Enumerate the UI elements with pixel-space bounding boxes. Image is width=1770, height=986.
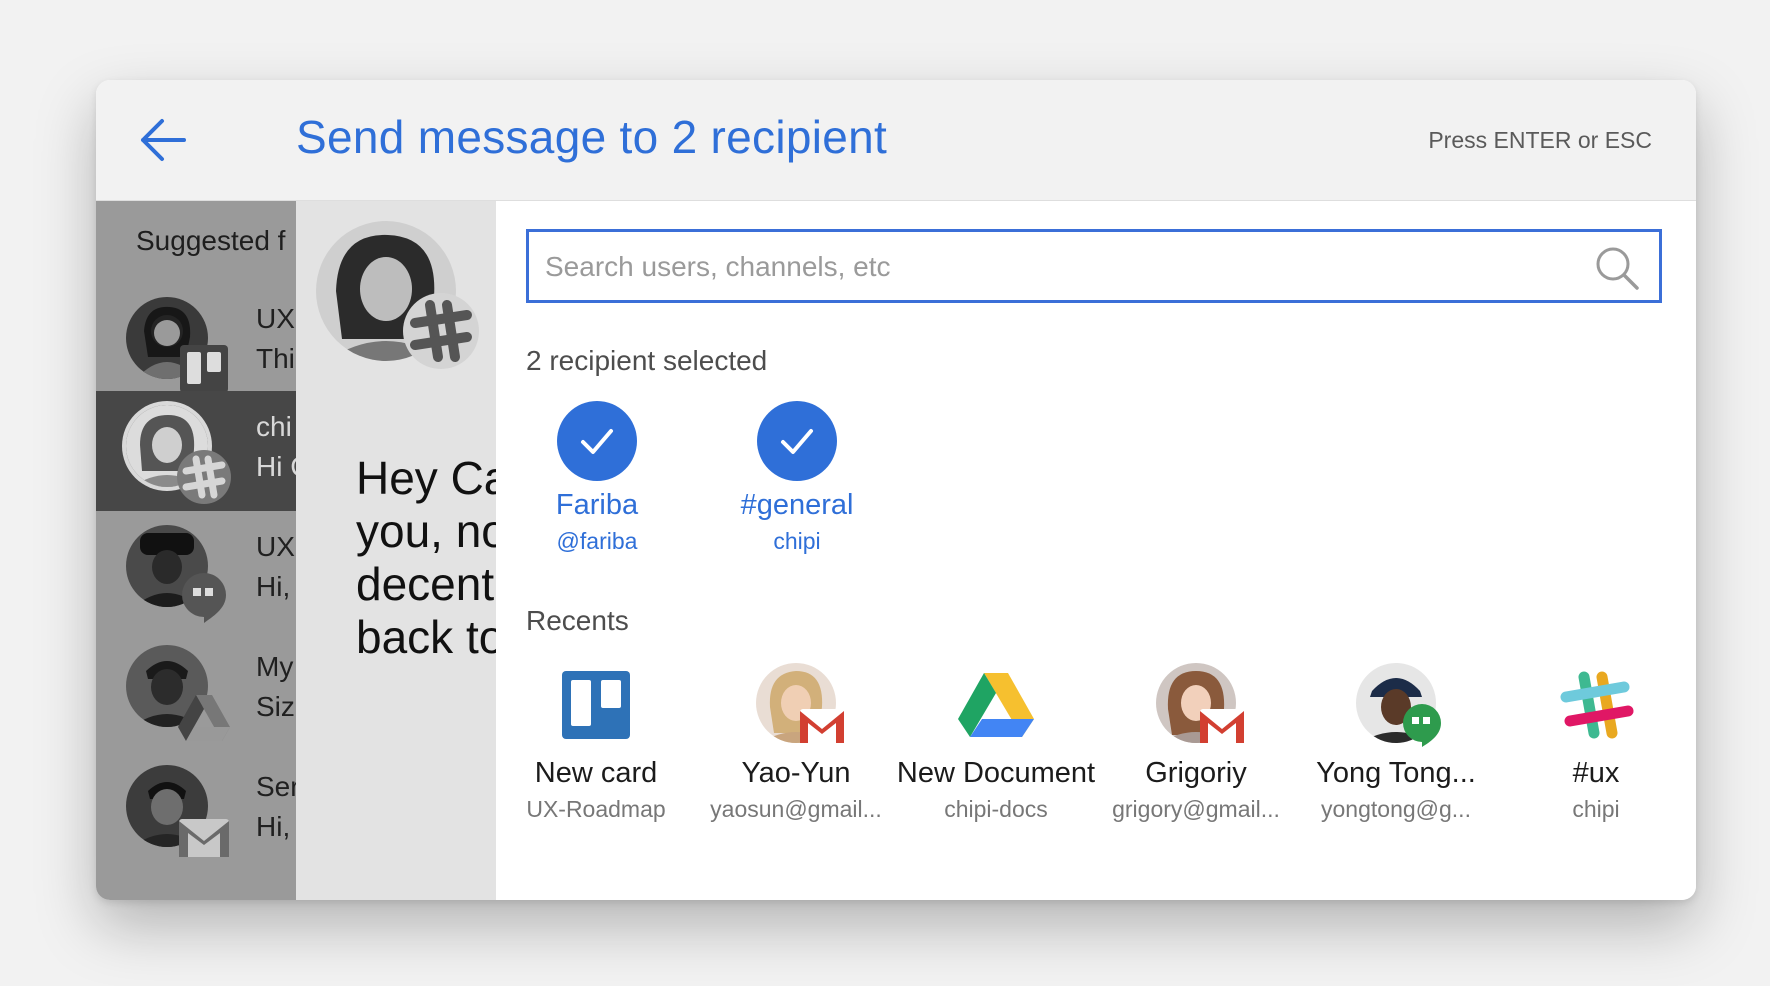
conversation-preview: Hi, xyxy=(256,571,291,602)
message-text: back to xyxy=(356,611,496,663)
recipient-name: #general xyxy=(740,489,854,521)
recipient-handle: chipi xyxy=(773,528,821,554)
conversation-item[interactable]: UX- Thi xyxy=(96,283,296,403)
search-icon[interactable] xyxy=(1595,246,1639,290)
checkmark-icon xyxy=(757,401,837,481)
message-text: Hey Ca xyxy=(356,452,496,504)
slack-icon xyxy=(1560,671,1634,739)
recent-sub: chipi xyxy=(1572,796,1620,822)
recent-sub: yongtong@g... xyxy=(1321,796,1471,822)
gmail-icon xyxy=(800,709,844,743)
recent-item[interactable]: #ux chipi xyxy=(1496,663,1696,823)
recent-item[interactable]: Yong Tong... yongtong@g... xyxy=(1296,663,1496,823)
recent-name: Yao-Yun xyxy=(741,757,851,789)
conversation-item[interactable]: UX Hi, xyxy=(96,511,296,631)
gmail-icon xyxy=(1200,709,1244,743)
gmail-icon xyxy=(179,819,229,857)
recipient-picker: 2 recipient selected Fariba @fariba #gen… xyxy=(496,201,1696,900)
message-text: you, no xyxy=(356,505,496,557)
checkmark-icon xyxy=(557,401,637,481)
recipient-handle: @fariba xyxy=(556,528,638,554)
slack-icon xyxy=(177,450,231,504)
conversation-item[interactable]: Ser Hi, xyxy=(96,751,296,871)
recipient-name: Fariba xyxy=(555,489,639,521)
recent-sub: chipi-docs xyxy=(944,796,1048,822)
conversation-preview: Siz xyxy=(256,691,295,722)
recents-section-label: Recents xyxy=(526,605,629,636)
recent-name: New Document xyxy=(896,757,1096,789)
recent-sub: yaosun@gmail... xyxy=(710,796,882,822)
search-box xyxy=(526,229,1662,303)
slack-icon xyxy=(403,293,479,369)
recent-item[interactable]: New Document chipi-docs xyxy=(896,663,1096,823)
recent-item[interactable]: Grigoriy grigory@gmail... xyxy=(1096,663,1296,823)
message-preview-pane: Hey Ca you, no decent back to xyxy=(296,201,496,900)
recent-name: New card xyxy=(534,757,658,789)
message-text: decent xyxy=(356,558,495,610)
dialog-title: Send message to 2 recipient xyxy=(296,111,888,163)
conversation-title: UX xyxy=(256,531,295,562)
recent-name: #ux xyxy=(1572,757,1620,789)
hangouts-icon xyxy=(1403,704,1441,747)
dialog-header: Send message to 2 recipient Press ENTER … xyxy=(96,80,1696,201)
recent-name: Yong Tong... xyxy=(1316,757,1476,789)
recent-item[interactable]: New card UX-Roadmap xyxy=(496,663,696,823)
conversation-item[interactable]: My Siz xyxy=(96,631,296,751)
selected-section-label: 2 recipient selected xyxy=(526,345,768,376)
back-arrow-icon[interactable] xyxy=(138,117,188,163)
hangouts-icon xyxy=(182,573,226,623)
suggested-heading: Suggested f xyxy=(136,225,286,256)
selected-recipient[interactable]: Fariba @fariba xyxy=(502,401,692,555)
conversation-preview: Hi, xyxy=(256,811,291,842)
recent-sub: grigory@gmail... xyxy=(1112,796,1280,822)
conversation-list: Suggested f UX- Thi chi Hi C xyxy=(96,201,296,900)
search-input[interactable] xyxy=(543,232,1587,302)
conversation-preview: Hi C xyxy=(256,451,296,482)
keyboard-hint: Press ENTER or ESC xyxy=(1428,127,1652,153)
drive-icon xyxy=(178,695,230,741)
recent-sub: UX-Roadmap xyxy=(526,796,666,822)
recent-item[interactable]: Yao-Yun yaosun@gmail... xyxy=(696,663,896,823)
selected-recipient[interactable]: #general chipi xyxy=(702,401,892,555)
conversation-item-selected[interactable]: chi Hi C xyxy=(96,391,296,511)
conversation-title: My xyxy=(256,651,294,682)
trello-icon xyxy=(180,345,228,393)
google-drive-icon xyxy=(958,673,1034,737)
conversation-title: chi xyxy=(256,411,292,442)
conversation-title: Ser xyxy=(256,771,296,802)
conversation-title: UX- xyxy=(256,303,296,334)
send-message-dialog: Send message to 2 recipient Press ENTER … xyxy=(96,80,1696,900)
trello-icon xyxy=(562,671,630,739)
recent-name: Grigoriy xyxy=(1145,757,1247,789)
conversation-preview: Thi xyxy=(256,343,295,374)
